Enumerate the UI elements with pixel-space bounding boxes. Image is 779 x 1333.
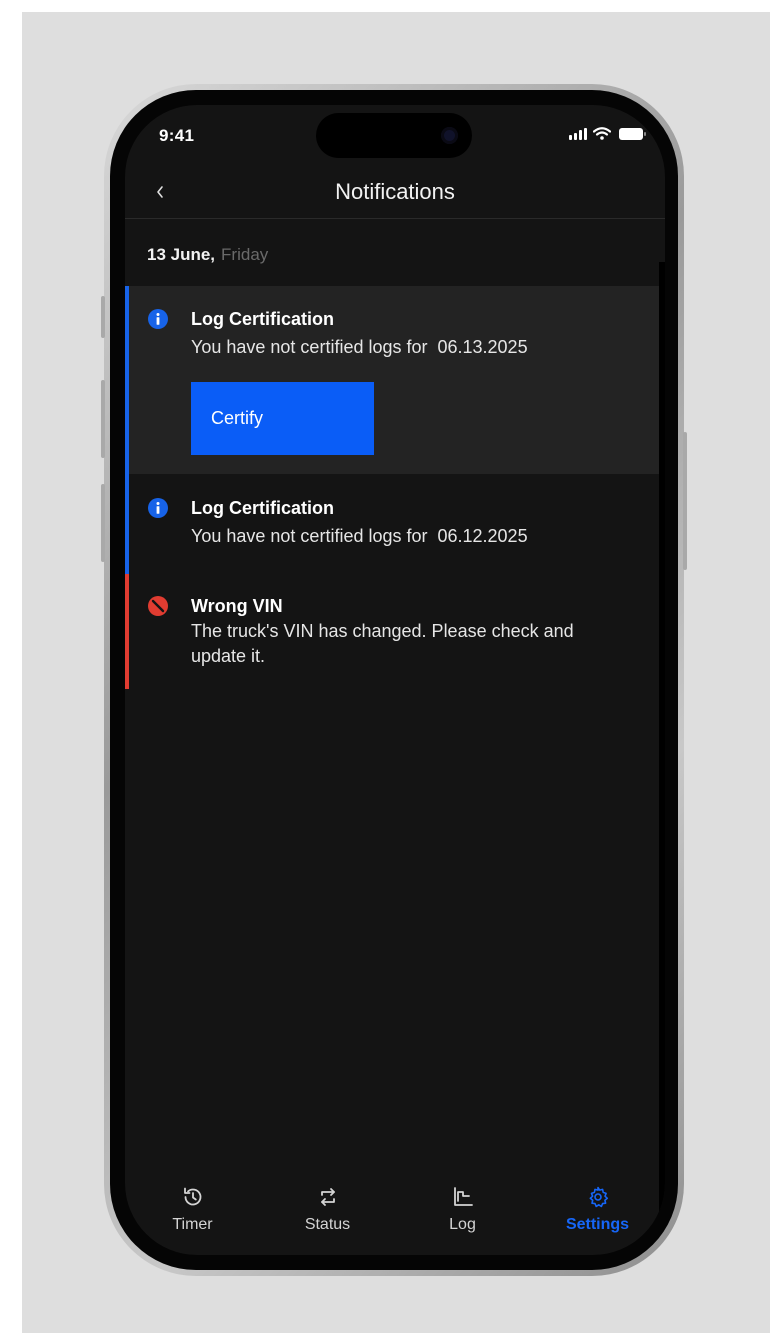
info-accent-bar (125, 474, 129, 574)
tab-bar: Timer Status Log Settings (125, 1173, 665, 1255)
info-icon (148, 498, 168, 518)
tab-label: Settings (565, 1216, 630, 1233)
tab-settings[interactable]: Settings (530, 1173, 665, 1255)
volume-down-button (101, 484, 105, 562)
notification-title: Log Certification (191, 498, 334, 518)
tab-log[interactable]: Log (395, 1173, 530, 1255)
info-accent-bar (125, 286, 129, 474)
notification-message: You have not certified logs for 06.12.20… (191, 526, 528, 546)
group-date: 13 June, (147, 245, 216, 264)
volume-up-button (101, 380, 105, 458)
notification-item[interactable]: Wrong VIN The truck's VIN has changed. P… (125, 574, 665, 689)
tab-label: Timer (172, 1216, 213, 1233)
signal-icon (569, 128, 587, 140)
notification-title: Wrong VIN (191, 596, 283, 616)
error-accent-bar (125, 574, 129, 689)
notification-title: Log Certification (191, 309, 334, 329)
group-weekday: Friday (221, 245, 269, 264)
app-screen: 9:41 Notifications 13 June, Friday Log C… (125, 105, 665, 1255)
notification-item[interactable]: Log Certification You have not certified… (125, 286, 665, 474)
info-icon (148, 309, 168, 329)
tab-label: Status (304, 1216, 351, 1233)
page-title: Notifications (335, 179, 455, 204)
tab-status[interactable]: Status (260, 1173, 395, 1255)
history-icon (183, 1187, 201, 1206)
notification-message: You have not certified logs for 06.13.20… (191, 337, 528, 357)
tab-label: Log (449, 1216, 476, 1233)
error-icon (148, 596, 168, 616)
gear-icon (589, 1186, 608, 1208)
power-button (683, 432, 687, 570)
notification-message: The truck's VIN has changed. Please chec… (191, 621, 574, 666)
status-time: 9:41 (159, 126, 195, 145)
wifi-icon (593, 127, 611, 140)
swap-icon (320, 1188, 335, 1206)
camera-icon (441, 127, 458, 144)
certify-button[interactable]: Certify (191, 382, 374, 455)
battery-icon (619, 128, 646, 140)
status-icons (569, 127, 646, 140)
dynamic-island (316, 113, 472, 158)
chart-icon (453, 1187, 473, 1206)
date-group-header: 13 June, Friday (147, 245, 268, 265)
status-bar: 9:41 (125, 105, 665, 175)
notification-item[interactable]: Log Certification You have not certified… (125, 474, 665, 574)
scroll-edge (659, 262, 665, 1242)
nav-header: Notifications (125, 167, 665, 219)
mute-switch (101, 296, 105, 338)
tab-timer[interactable]: Timer (125, 1173, 260, 1255)
